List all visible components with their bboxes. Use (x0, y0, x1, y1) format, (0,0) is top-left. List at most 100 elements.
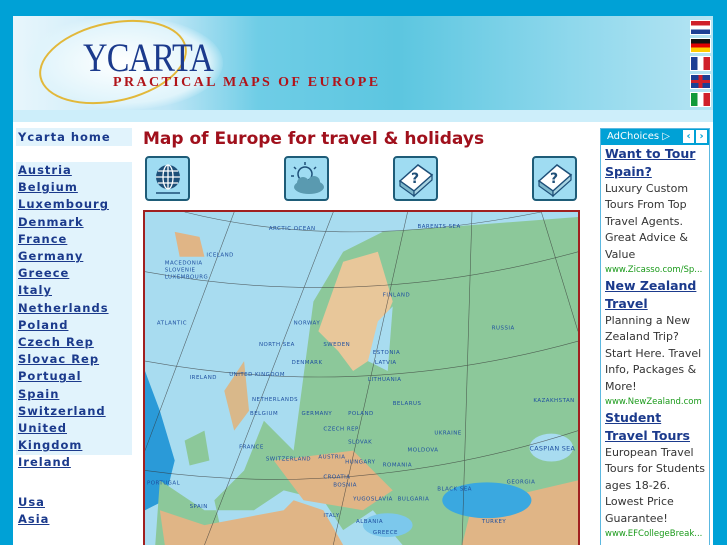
map-label: BLACK SEA (437, 486, 472, 492)
ad-panel: AdChoices ▷ ‹ › Want to Tour Spain? Luxury… (600, 128, 710, 545)
sidebar-item-united-kingdom[interactable]: United Kingdom (18, 420, 130, 454)
ad-description: Planning a New Zealand Trip? Start Here.… (605, 314, 702, 393)
other-regions: Usa Asia (16, 494, 132, 528)
sidebar-item-france[interactable]: France (18, 231, 130, 248)
map-label: LUXEMBOURG (165, 275, 208, 281)
language-flags (690, 20, 712, 110)
flag-italy[interactable] (690, 92, 711, 107)
sidebar: Ycarta home Austria Belgium Luxembourg Denm… (16, 128, 132, 528)
map-label: LITHUANIA (368, 377, 402, 383)
adchoices-bar[interactable]: AdChoices ▷ ‹ › (601, 129, 709, 145)
sidebar-item-netherlands[interactable]: Netherlands (18, 300, 130, 317)
sidebar-item-asia[interactable]: Asia (18, 511, 132, 528)
map-label: CZECH REP (323, 427, 359, 433)
map-label: ITALY (323, 513, 339, 519)
map-label: NORWAY (294, 320, 321, 326)
logo[interactable]: YCARTA (83, 34, 214, 81)
sidebar-item-ireland[interactable]: Ireland (18, 454, 130, 471)
map-label: LATVIA (375, 360, 397, 366)
map-label: UNITED KINGDOM (229, 372, 285, 378)
map-label: BOSNIA (333, 482, 357, 488)
map-label: BELARUS (393, 401, 422, 407)
sidebar-item-greece[interactable]: Greece (18, 265, 130, 282)
sidebar-item-poland[interactable]: Poland (18, 317, 130, 334)
sidebar-home-link[interactable]: Ycarta home (16, 128, 132, 146)
globe-icon (155, 163, 180, 194)
ad-url[interactable]: www.EFCollegeBreak... (605, 527, 706, 541)
map-label: GEORGIA (507, 479, 536, 485)
help-box-icon: ? (398, 163, 433, 197)
ad-title-link[interactable]: Student Travel Tours (605, 409, 706, 445)
map-label: BULGARIA (398, 496, 430, 502)
map-label: CROATIA (323, 474, 350, 480)
next-arrow-icon[interactable]: › (696, 130, 707, 143)
map-label-caspian-sea: CASPIAN SEA (529, 445, 575, 453)
sidebar-item-usa[interactable]: Usa (18, 494, 132, 511)
map-label: BARENTS SEA (417, 224, 460, 230)
ad-title[interactable]: Want to Tour Spain? (605, 146, 695, 179)
map-label: UKRAINE (434, 431, 461, 437)
flag-germany[interactable] (690, 38, 711, 53)
svg-text:?: ? (550, 171, 558, 187)
sidebar-item-luxembourg[interactable]: Luxembourg (18, 196, 130, 213)
map-label: ROMANIA (383, 462, 412, 468)
map-label: FINLAND (383, 292, 410, 298)
ad-item: Want to Tour Spain? Luxury Custom Tours F… (601, 145, 709, 277)
map-label: IRELAND (190, 375, 217, 381)
tagline: PRACTICAL MAPS OF EUROPE (113, 75, 381, 90)
map-label: DENMARK (292, 360, 323, 366)
map-label: SLOVAK (348, 440, 372, 446)
help-button[interactable]: ? (393, 156, 438, 201)
map-label: BELGIUM (250, 411, 278, 417)
sidebar-item-austria[interactable]: Austria (18, 162, 130, 179)
map-label: ESTONIA (373, 350, 400, 356)
ad-title[interactable]: New Zealand Travel (605, 278, 696, 311)
header-banner: YCARTA PRACTICAL MAPS OF EUROPE (13, 16, 713, 110)
map-label: SPAIN (190, 504, 208, 510)
map-label: SLOVENIE (165, 268, 196, 274)
europe-map[interactable]: ARCTIC OCEAN BARENTS SEA ICELAND ATLANTI… (143, 210, 580, 545)
map-label: NETHERLANDS (252, 397, 298, 403)
ad-title[interactable]: Student Travel Tours (605, 410, 690, 443)
map-label: YUGOSLAVIA (352, 496, 393, 502)
adchoices-icon: ▷ (662, 131, 670, 142)
page-title: Map of Europe for travel & holidays (143, 129, 485, 149)
ad-url[interactable]: www.NewZealand.com (605, 395, 706, 409)
sidebar-item-germany[interactable]: Germany (18, 248, 130, 265)
sidebar-item-denmark[interactable]: Denmark (18, 214, 130, 231)
adchoices-label[interactable]: AdChoices (607, 131, 659, 142)
map-label: HUNGARY (345, 459, 375, 465)
flag-france[interactable] (690, 56, 711, 71)
map-label: NORTH SEA (259, 342, 295, 348)
map-label: ALBANIA (356, 519, 383, 525)
map-label: ATLANTIC (157, 320, 187, 326)
help-box-icon: ? (537, 163, 572, 197)
map-label: ARCTIC OCEAN (269, 226, 316, 232)
ad-item: Student Travel Tours European Travel Tour… (601, 409, 709, 541)
sidebar-item-spain[interactable]: Spain (18, 386, 130, 403)
sidebar-item-portugal[interactable]: Portugal (18, 368, 130, 385)
help-button-2[interactable]: ? (532, 156, 577, 201)
sidebar-item-slovac-rep[interactable]: Slovac Rep (18, 351, 130, 368)
ad-item: New Zealand Travel Planning a New Zealand… (601, 277, 709, 409)
weather-button[interactable] (284, 156, 329, 201)
prev-arrow-icon[interactable]: ‹ (683, 130, 694, 143)
sidebar-item-italy[interactable]: Italy (18, 282, 130, 299)
map-label: GREECE (373, 530, 398, 536)
sidebar-item-belgium[interactable]: Belgium (18, 179, 130, 196)
globe-button[interactable] (145, 156, 190, 201)
ad-title-link[interactable]: New Zealand Travel (605, 277, 706, 313)
flag-netherlands[interactable] (690, 20, 711, 35)
map-label: MACEDONIA (165, 261, 203, 267)
sidebar-item-switzerland[interactable]: Switzerland (18, 403, 130, 420)
map-label: SWITZERLAND (266, 457, 311, 463)
map-label: TURKEY (481, 519, 507, 525)
ad-url[interactable]: www.Zicasso.com/Sp... (605, 263, 706, 277)
header-band (13, 110, 713, 122)
ad-description: Luxury Custom Tours From Top Travel Agen… (605, 182, 689, 261)
sidebar-item-czech-rep[interactable]: Czech Rep (18, 334, 130, 351)
map-label: MOLDOVA (408, 448, 439, 454)
ad-title-link[interactable]: Want to Tour Spain? (605, 145, 706, 181)
map-label: AUSTRIA (318, 455, 345, 461)
flag-united-kingdom[interactable] (690, 74, 711, 89)
